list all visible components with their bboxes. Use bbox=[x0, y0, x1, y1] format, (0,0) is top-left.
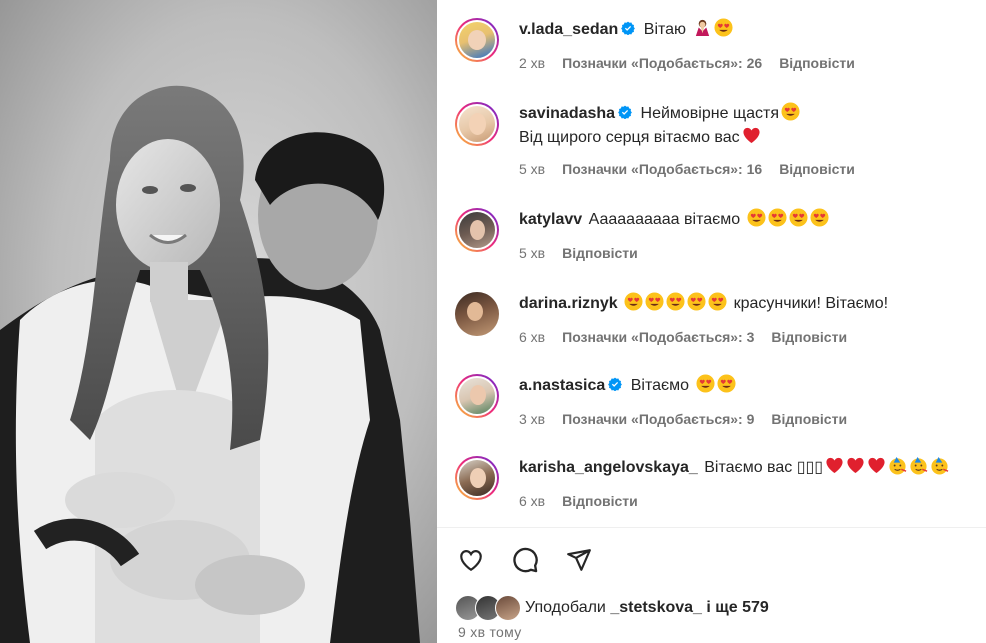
verified-badge-icon bbox=[618, 105, 632, 119]
comment-text-line: v.lada_sedan Вітаю bbox=[519, 18, 969, 42]
comment-username[interactable]: darina.riznyk bbox=[519, 295, 618, 312]
reply-button[interactable]: Відповісти bbox=[562, 493, 638, 509]
red-heart-icon bbox=[868, 457, 885, 474]
heart-eyes-icon bbox=[717, 374, 736, 393]
comment-username[interactable]: v.lada_sedan bbox=[519, 21, 618, 38]
likes-user-link[interactable]: _stetskova_ bbox=[610, 599, 702, 616]
comment-body: karisha_angelovskaya_ Вітаємо вас ▯▯▯ 6 … bbox=[519, 456, 969, 510]
comment-text-line-2: Від щирого серця вітаємо вас bbox=[519, 126, 969, 150]
comment-text-line: katylavv Аааааааааа вітаємо bbox=[519, 208, 969, 232]
likes-prefix: Уподобали bbox=[525, 599, 606, 616]
comment-text-line: darina.riznyk красунчики! Вітаємо! bbox=[519, 292, 969, 316]
comment-message: Аааааааааа вітаємо bbox=[588, 211, 741, 228]
comment-icon bbox=[513, 547, 538, 573]
comment-likes[interactable]: Позначки «Подобається»: 9 bbox=[562, 411, 754, 427]
comment-time[interactable]: 3 хв bbox=[519, 411, 545, 427]
share-button[interactable] bbox=[563, 544, 595, 576]
comment-body: darina.riznyk красунчики! Вітаємо! 6 хв П… bbox=[519, 292, 969, 346]
avatar bbox=[495, 595, 521, 621]
comment-meta: 6 хв Позначки «Подобається»: 3 Відповісти bbox=[519, 328, 969, 346]
comment-meta: 6 хв Відповісти bbox=[519, 492, 969, 510]
post-actions bbox=[455, 544, 595, 576]
reply-button[interactable]: Відповісти bbox=[779, 161, 855, 177]
comment-meta: 5 хв Відповісти bbox=[519, 244, 969, 262]
praying-person-icon bbox=[695, 19, 709, 37]
reply-button[interactable]: Відповісти bbox=[562, 245, 638, 261]
comment-likes[interactable]: Позначки «Подобається»: 26 bbox=[562, 55, 762, 71]
partying-face-icon bbox=[889, 456, 907, 475]
avatar[interactable] bbox=[455, 374, 499, 418]
partying-face-icon bbox=[931, 456, 949, 475]
reply-button[interactable]: Відповісти bbox=[779, 55, 855, 71]
comment-username[interactable]: karisha_angelovskaya_ bbox=[519, 459, 698, 476]
comment-time[interactable]: 2 хв bbox=[519, 55, 545, 71]
heart-eyes-icon bbox=[645, 292, 664, 311]
verified-badge-icon bbox=[608, 377, 623, 391]
verified-badge-icon bbox=[621, 21, 636, 35]
comment-body: katylavv Аааааааааа вітаємо 5 хв Відповіс… bbox=[519, 208, 969, 262]
heart-eyes-icon bbox=[713, 18, 733, 37]
comment-username[interactable]: katylavv bbox=[519, 211, 582, 228]
comment-time[interactable]: 5 хв bbox=[519, 245, 545, 261]
comment-message-2: Від щирого серця вітаємо вас bbox=[519, 129, 740, 146]
reply-button[interactable]: Відповісти bbox=[771, 329, 847, 345]
heart-eyes-icon bbox=[810, 208, 829, 227]
comment-message: Неймовірне щастя bbox=[640, 105, 779, 122]
comment-button[interactable] bbox=[509, 544, 541, 576]
comments-panel: v.lada_sedan Вітаю 2 хв Позначки «Подобає… bbox=[437, 0, 986, 643]
comments-list[interactable]: v.lada_sedan Вітаю 2 хв Позначки «Подобає… bbox=[437, 0, 986, 527]
heart-eyes-icon bbox=[747, 208, 766, 227]
comment-message: красунчики! Вітаємо! bbox=[733, 295, 889, 312]
comment-text-line: karisha_angelovskaya_ Вітаємо вас ▯▯▯ bbox=[519, 456, 969, 480]
section-divider bbox=[437, 527, 986, 528]
red-heart-icon bbox=[743, 127, 760, 144]
avatar[interactable] bbox=[455, 208, 499, 252]
heart-eyes-icon bbox=[768, 208, 787, 227]
liker-avatars[interactable] bbox=[455, 595, 523, 621]
comment-meta: 3 хв Позначки «Подобається»: 9 Відповісти bbox=[519, 410, 969, 428]
comment-message: Вітаю bbox=[643, 21, 687, 38]
heart-icon bbox=[460, 550, 482, 572]
post-timestamp[interactable]: 9 хв тому bbox=[458, 624, 522, 640]
avatar[interactable] bbox=[455, 292, 499, 336]
likes-text: Уподобали _stetskova_ і ще 579 bbox=[525, 599, 769, 617]
likes-count-link[interactable]: і ще 579 bbox=[706, 599, 768, 616]
comment-likes[interactable]: Позначки «Подобається»: 3 bbox=[562, 329, 754, 345]
likes-summary: Уподобали _stetskova_ і ще 579 bbox=[455, 595, 769, 621]
avatar[interactable] bbox=[455, 456, 499, 500]
comment-likes[interactable]: Позначки «Подобається»: 16 bbox=[562, 161, 762, 177]
heart-eyes-icon bbox=[666, 292, 685, 311]
heart-eyes-icon bbox=[708, 292, 727, 311]
comment-message: Вітаємо вас ▯▯▯ bbox=[704, 459, 824, 476]
comment-body: v.lada_sedan Вітаю 2 хв Позначки «Подобає… bbox=[519, 18, 969, 72]
heart-eyes-icon bbox=[624, 292, 643, 311]
comment-body: savinadasha Неймовірне щастя Від щирого … bbox=[519, 102, 969, 178]
reply-button[interactable]: Відповісти bbox=[771, 411, 847, 427]
comment-meta: 2 хв Позначки «Подобається»: 26 Відповісти bbox=[519, 54, 969, 72]
comment-message: Вітаємо bbox=[630, 377, 690, 394]
instagram-post-view: v.lada_sedan Вітаю 2 хв Позначки «Подобає… bbox=[0, 0, 986, 643]
comment-username[interactable]: savinadasha bbox=[519, 105, 615, 122]
like-button[interactable] bbox=[455, 544, 487, 576]
comment-time[interactable]: 5 хв bbox=[519, 161, 545, 177]
partying-face-icon bbox=[910, 456, 928, 475]
avatar[interactable] bbox=[455, 102, 499, 146]
comment-username[interactable]: a.nastasica bbox=[519, 377, 605, 394]
comment-time[interactable]: 6 хв bbox=[519, 329, 545, 345]
comment-body: a.nastasica Вітаємо 3 хв Позначки «Подоба… bbox=[519, 374, 969, 428]
heart-eyes-icon bbox=[789, 208, 808, 227]
comment-time[interactable]: 6 хв bbox=[519, 493, 545, 509]
heart-eyes-icon bbox=[696, 374, 715, 393]
heart-eyes-icon bbox=[687, 292, 706, 311]
red-heart-icon bbox=[826, 457, 843, 474]
comment-meta: 5 хв Позначки «Подобається»: 16 Відповісти bbox=[519, 160, 969, 178]
comment-text-line: savinadasha Неймовірне щастя bbox=[519, 102, 969, 126]
couple-photo-illustration bbox=[0, 85, 420, 643]
comment-text-line: a.nastasica Вітаємо bbox=[519, 374, 969, 398]
post-photo[interactable] bbox=[0, 0, 437, 643]
avatar[interactable] bbox=[455, 18, 499, 62]
heart-eyes-icon bbox=[781, 102, 800, 121]
red-heart-icon bbox=[847, 457, 864, 474]
share-icon bbox=[567, 549, 591, 571]
